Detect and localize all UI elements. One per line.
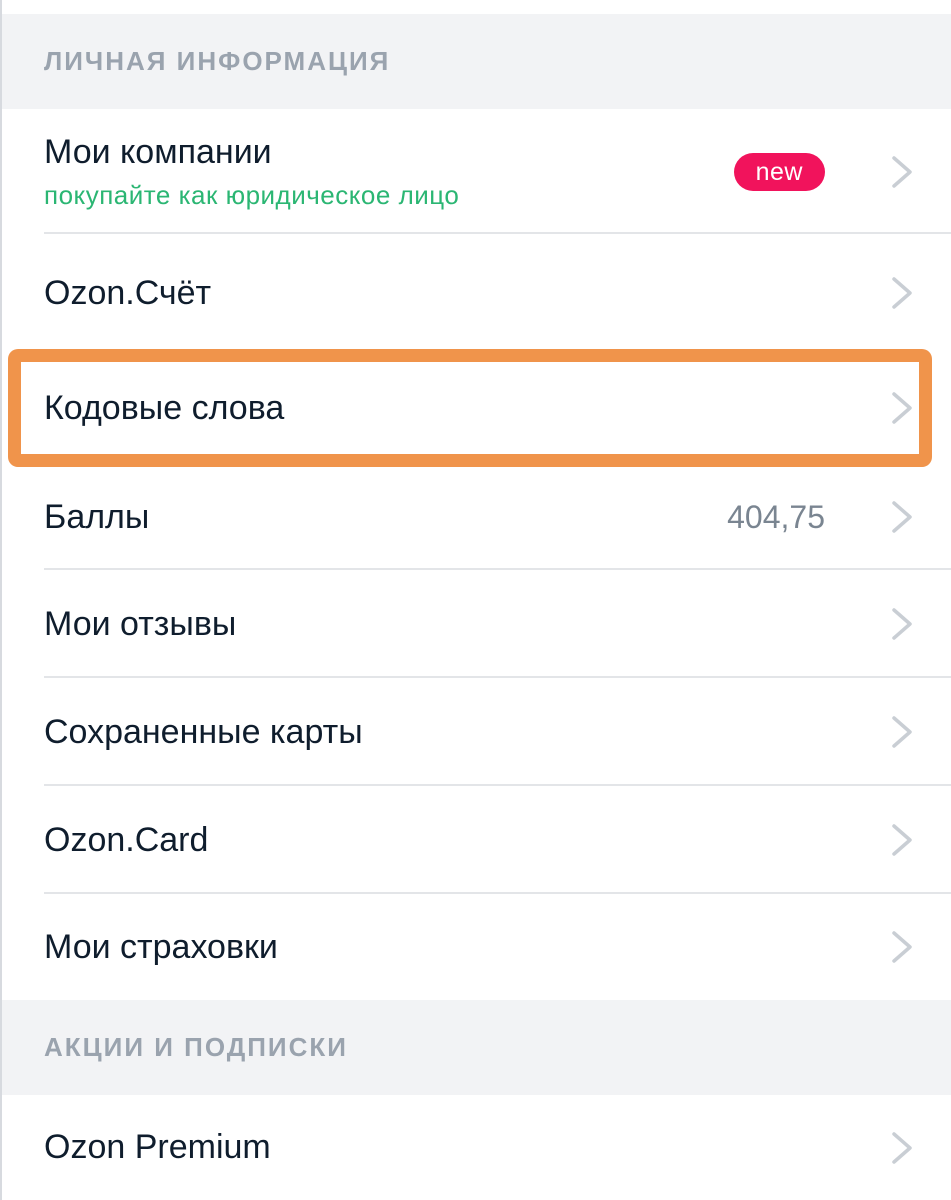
- chevron-right-icon: [891, 823, 913, 857]
- points-value: 404,75: [727, 499, 825, 535]
- section-header-promotions: АКЦИИ И ПОДПИСКИ: [2, 1000, 951, 1095]
- chevron-right-icon: [891, 1131, 913, 1165]
- top-strip: [2, 0, 951, 14]
- section-header-personal-info: ЛИЧНАЯ ИНФОРМАЦИЯ: [2, 14, 951, 109]
- menu-item-label: Кодовые слова: [44, 388, 285, 427]
- chevron-right-icon: [891, 155, 913, 189]
- menu-item-my-companies[interactable]: Мои компании покупайте как юридическое л…: [2, 109, 951, 234]
- menu-item-code-words[interactable]: Кодовые слова: [2, 352, 951, 464]
- menu-item-saved-cards[interactable]: Сохраненные карты: [2, 678, 951, 786]
- section-title: АКЦИИ И ПОДПИСКИ: [44, 1032, 348, 1062]
- menu-item-ozon-card[interactable]: Ozon.Card: [2, 786, 951, 894]
- menu-item-text: Мои компании покупайте как юридическое л…: [44, 133, 459, 211]
- menu-item-label: Ozon Premium: [44, 1128, 271, 1166]
- account-settings-screen: ЛИЧНАЯ ИНФОРМАЦИЯ Мои компании покупайте…: [0, 0, 951, 1200]
- chevron-right-icon: [891, 276, 913, 310]
- menu-item-label: Ozon.Счёт: [44, 273, 212, 312]
- chevron-right-icon: [891, 715, 913, 749]
- chevron-right-icon: [891, 391, 913, 425]
- menu-item-label: Мои страховки: [44, 927, 278, 966]
- menu-item-points[interactable]: Баллы 404,75: [2, 464, 951, 570]
- chevron-right-icon: [891, 930, 913, 964]
- menu-item-label: Сохраненные карты: [44, 712, 363, 751]
- new-badge: new: [733, 152, 825, 191]
- menu-item-label: Мои компании: [44, 132, 272, 171]
- menu-item-sublabel: покупайте как юридическое лицо: [44, 179, 460, 210]
- menu-item-ozon-account[interactable]: Ozon.Счёт: [2, 234, 951, 352]
- section-title: ЛИЧНАЯ ИНФОРМАЦИЯ: [44, 46, 391, 76]
- chevron-right-icon: [891, 607, 913, 641]
- chevron-right-icon: [891, 500, 913, 534]
- menu-item-my-insurance[interactable]: Мои страховки: [2, 894, 951, 1000]
- menu-item-label: Ozon.Card: [44, 820, 209, 859]
- menu-item-label: Баллы: [44, 497, 150, 536]
- menu-item-label: Мои отзывы: [44, 604, 237, 643]
- menu-item-my-reviews[interactable]: Мои отзывы: [2, 570, 951, 678]
- menu-item-ozon-premium[interactable]: Ozon Premium: [2, 1095, 951, 1200]
